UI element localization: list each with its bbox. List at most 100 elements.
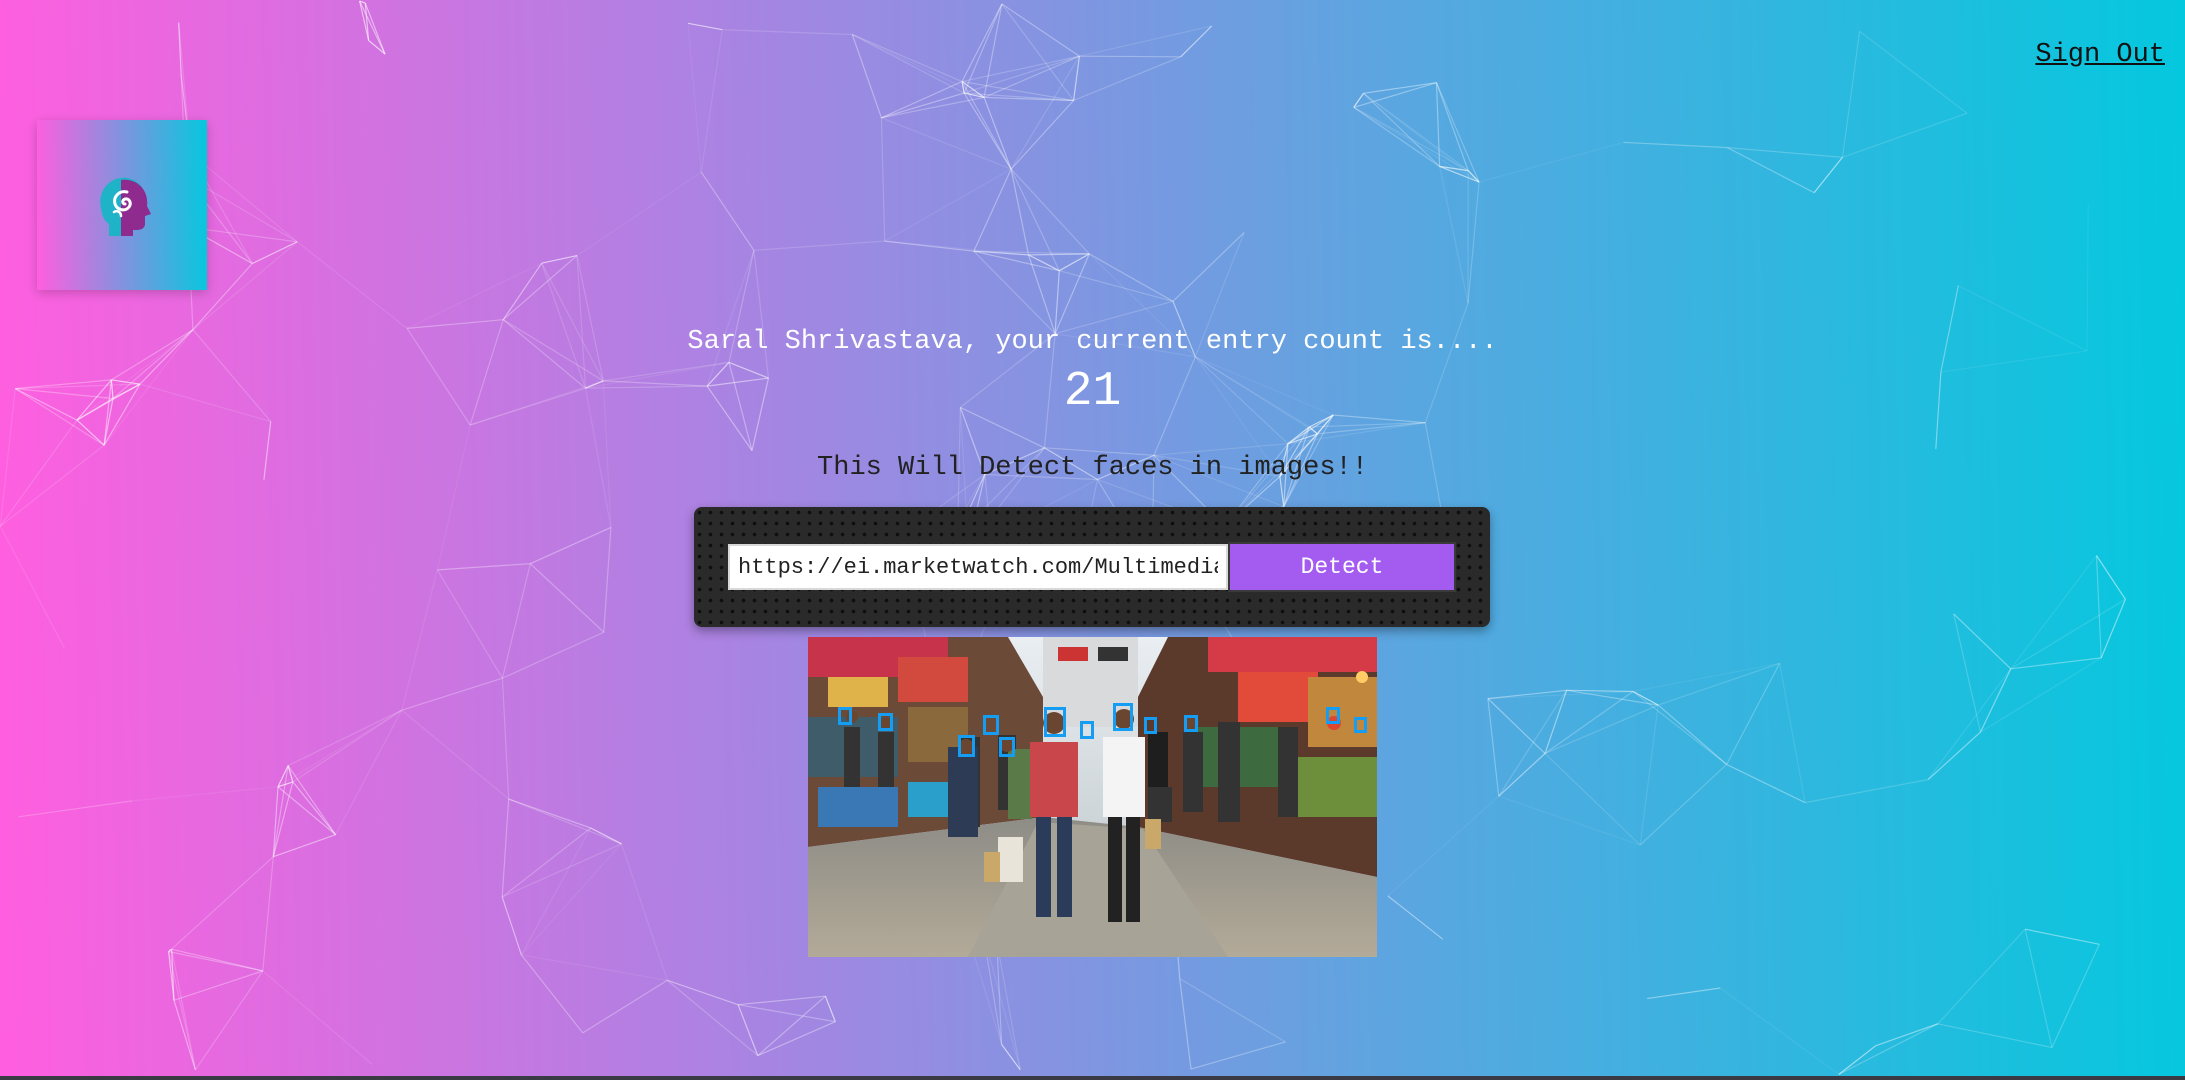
network-line bbox=[192, 241, 298, 331]
network-line bbox=[296, 241, 408, 329]
network-line bbox=[530, 526, 612, 565]
network-line bbox=[401, 677, 503, 711]
image-url-input[interactable] bbox=[728, 544, 1228, 590]
network-line bbox=[1487, 698, 1500, 797]
face-box bbox=[1113, 703, 1133, 731]
network-line bbox=[1632, 662, 1780, 693]
network-line bbox=[757, 1021, 836, 1057]
network-line bbox=[2100, 599, 2126, 659]
network-line bbox=[335, 709, 403, 835]
network-line bbox=[1544, 691, 1634, 754]
face-box bbox=[958, 735, 975, 757]
network-line bbox=[1172, 232, 1245, 302]
network-line bbox=[287, 709, 403, 767]
network-line bbox=[1010, 168, 1030, 256]
network-line bbox=[168, 856, 274, 953]
network-line bbox=[0, 525, 66, 649]
network-line bbox=[501, 896, 522, 956]
image-link-form: Detect bbox=[694, 507, 1490, 627]
network-line bbox=[884, 240, 1029, 256]
network-line bbox=[880, 117, 886, 242]
network-line bbox=[1841, 31, 1861, 158]
network-line bbox=[1927, 731, 1981, 781]
network-line bbox=[1498, 795, 1641, 846]
network-line bbox=[1937, 1023, 2053, 1049]
network-line bbox=[1487, 689, 1567, 700]
network-line bbox=[667, 979, 739, 1006]
network-line bbox=[194, 970, 264, 1071]
network-line bbox=[1079, 55, 1181, 58]
network-line bbox=[1387, 795, 1500, 897]
face-detection-result bbox=[808, 637, 1377, 957]
network-line bbox=[961, 3, 1003, 82]
network-line bbox=[2010, 598, 2126, 670]
network-line bbox=[168, 951, 196, 1070]
network-line bbox=[173, 970, 263, 1001]
network-line bbox=[132, 786, 279, 802]
network-line bbox=[1363, 92, 1441, 167]
network-line bbox=[1180, 25, 1213, 58]
network-line bbox=[738, 995, 826, 1006]
face-box bbox=[1144, 717, 1157, 734]
network-line bbox=[401, 569, 438, 711]
network-line bbox=[1190, 1041, 1286, 1070]
result-photo bbox=[808, 637, 1377, 957]
network-line bbox=[1001, 3, 1075, 101]
network-line bbox=[1639, 763, 1728, 846]
network-line bbox=[277, 709, 403, 788]
face-box bbox=[1326, 707, 1340, 724]
network-line bbox=[501, 678, 510, 800]
network-line bbox=[687, 22, 723, 31]
network-line bbox=[2051, 944, 2100, 1048]
sign-out-link[interactable]: Sign Out bbox=[2035, 40, 2165, 70]
logo[interactable] bbox=[37, 120, 207, 290]
network-line bbox=[961, 80, 1074, 102]
network-line bbox=[687, 23, 702, 173]
network-line bbox=[521, 954, 668, 981]
face-box bbox=[1354, 717, 1367, 733]
network-line bbox=[2095, 555, 2102, 658]
network-line bbox=[2010, 555, 2097, 670]
network-line bbox=[1010, 168, 1090, 255]
network-line bbox=[541, 255, 578, 264]
network-line bbox=[1953, 613, 2012, 670]
network-line bbox=[961, 55, 1080, 83]
network-line bbox=[824, 995, 836, 1022]
network-line bbox=[973, 168, 1012, 252]
network-line bbox=[881, 117, 1012, 170]
network-line bbox=[292, 709, 403, 783]
network-line bbox=[508, 798, 622, 845]
network-line bbox=[168, 951, 263, 972]
network-line bbox=[359, 0, 386, 55]
network-line bbox=[1623, 141, 1728, 149]
network-line bbox=[501, 563, 531, 679]
network-line bbox=[1838, 1023, 1939, 1075]
network-line bbox=[529, 563, 605, 633]
network-line bbox=[173, 1000, 196, 1070]
network-line bbox=[582, 979, 668, 1034]
detect-button[interactable]: Detect bbox=[1228, 542, 1456, 592]
network-line bbox=[1028, 253, 1090, 256]
network-line bbox=[963, 55, 1080, 94]
network-line bbox=[262, 856, 274, 971]
network-line bbox=[1838, 1045, 1876, 1075]
network-line bbox=[1439, 166, 1469, 304]
network-line bbox=[1353, 106, 1440, 167]
network-line bbox=[1544, 690, 1568, 754]
network-line bbox=[884, 168, 1012, 242]
network-line bbox=[576, 171, 702, 257]
network-line bbox=[1179, 978, 1192, 1070]
network-line bbox=[502, 631, 605, 679]
network-line bbox=[1639, 705, 1659, 846]
network-line bbox=[508, 798, 591, 829]
face-box bbox=[838, 707, 852, 725]
network-line bbox=[1727, 147, 1843, 158]
network-line bbox=[1435, 82, 1469, 171]
network-line bbox=[1010, 55, 1080, 170]
network-line bbox=[262, 970, 373, 1065]
network-line bbox=[1073, 56, 1080, 101]
network-line bbox=[401, 709, 510, 800]
network-line bbox=[666, 979, 759, 1057]
network-line bbox=[1859, 30, 1968, 114]
network-line bbox=[1719, 987, 1840, 1075]
